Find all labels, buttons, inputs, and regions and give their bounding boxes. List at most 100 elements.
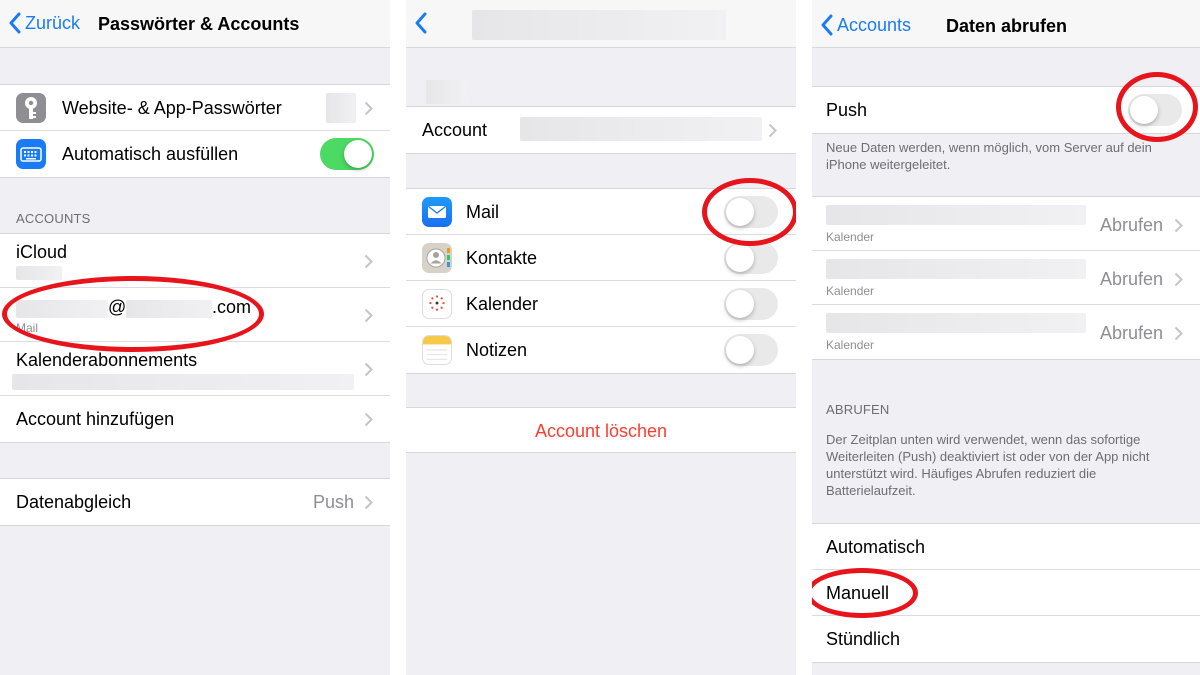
fetch-row-sub: Kalender xyxy=(826,284,875,298)
schedule-option-hourly[interactable]: Stündlich xyxy=(812,616,1200,662)
mail-toggle[interactable] xyxy=(724,196,778,228)
schedule-group: Automatisch Manuell Stündlich xyxy=(812,523,1200,663)
redacted-value xyxy=(326,93,356,123)
account-label: Account xyxy=(422,120,488,140)
passwords-group: Website- & App-Passwörter Automatisch au… xyxy=(0,84,390,178)
autofill-label: Automatisch ausfüllen xyxy=(62,144,239,164)
fetch-row-value: Abrufen xyxy=(1100,269,1164,289)
page-title: Passwörter & Accounts xyxy=(98,14,300,34)
chevron-right-icon xyxy=(364,495,373,510)
redacted-value xyxy=(16,300,108,318)
nav-bar xyxy=(406,0,796,48)
sync-value: Push xyxy=(313,492,355,512)
autofill-toggle[interactable] xyxy=(320,138,374,170)
redacted-value xyxy=(12,374,354,390)
push-row: Push xyxy=(812,87,1200,133)
fetch-account-row[interactable]: Kalender Abrufen xyxy=(812,305,1200,359)
delete-account-button[interactable]: Account löschen xyxy=(406,421,796,442)
schedule-option-automatic[interactable]: Automatisch xyxy=(812,524,1200,570)
mail-row: Mail xyxy=(406,189,796,235)
option-label: Manuell xyxy=(826,583,890,603)
email-account-row[interactable]: @ .com Mail xyxy=(0,288,390,342)
back-button[interactable] xyxy=(414,12,431,34)
add-account-row[interactable]: Account hinzufügen xyxy=(0,396,390,442)
sync-group: Datenabgleich Push xyxy=(0,478,390,526)
fetch-row-value: Abrufen xyxy=(1100,215,1164,235)
calendar-toggle[interactable] xyxy=(724,288,778,320)
add-account-label: Account hinzufügen xyxy=(16,409,175,429)
chevron-right-icon xyxy=(1174,218,1183,233)
notes-icon xyxy=(422,335,452,365)
contacts-toggle[interactable] xyxy=(724,242,778,274)
back-button[interactable]: Zurück xyxy=(8,12,80,34)
nav-bar: Accounts Daten abrufen xyxy=(812,0,1200,48)
chevron-right-icon xyxy=(364,412,373,427)
chevron-right-icon xyxy=(768,123,777,138)
push-group: Push xyxy=(812,86,1200,134)
calendar-icon xyxy=(422,289,452,319)
sync-label: Datenabgleich xyxy=(16,492,132,512)
push-label: Push xyxy=(826,100,868,120)
calendar-label: Kalender xyxy=(466,294,539,314)
accounts-header: ACCOUNTS xyxy=(16,211,91,226)
calendar-row: Kalender xyxy=(406,281,796,327)
fetch-data-screen: Accounts Daten abrufen Push Neue Daten w… xyxy=(812,0,1200,675)
passwords-label: Website- & App-Passwörter xyxy=(62,98,282,118)
sync-row[interactable]: Datenabgleich Push xyxy=(0,479,390,525)
contacts-icon xyxy=(422,243,452,273)
push-note: Neue Daten werden, wenn möglich, vom Ser… xyxy=(826,140,1152,172)
chevron-right-icon xyxy=(1174,326,1183,341)
chevron-right-icon xyxy=(364,362,373,377)
notes-toggle[interactable] xyxy=(724,334,778,366)
redacted-title xyxy=(472,10,726,40)
calendar-subscriptions-row[interactable]: Kalenderabonnements xyxy=(0,342,390,396)
fetch-note: Der Zeitplan unten wird verwendet, wenn … xyxy=(826,432,1150,498)
icloud-row[interactable]: iCloud xyxy=(0,234,390,288)
icloud-label: iCloud xyxy=(16,242,68,262)
fetch-row-value: Abrufen xyxy=(1100,323,1164,343)
page-title: Daten abrufen xyxy=(946,16,1068,36)
redacted-value xyxy=(126,300,212,318)
email-at: @ xyxy=(108,297,127,317)
redacted-value xyxy=(826,205,1086,225)
contacts-row: Kontakte xyxy=(406,235,796,281)
accounts-group: iCloud @ .com Mail Kalenderabonnements A… xyxy=(0,233,390,443)
email-domain: .com xyxy=(212,297,252,317)
redacted-value xyxy=(826,259,1086,279)
chevron-right-icon xyxy=(364,308,373,323)
schedule-option-manual[interactable]: Manuell xyxy=(812,570,1200,616)
account-group: Account xyxy=(406,106,796,154)
redacted-value xyxy=(16,266,62,280)
redacted-value xyxy=(826,313,1086,333)
contacts-label: Kontakte xyxy=(466,248,538,268)
account-detail-screen: Account Mail Kontakte Kalender Notizen A… xyxy=(406,0,796,675)
back-button[interactable]: Accounts xyxy=(820,14,911,36)
chevron-right-icon xyxy=(364,254,373,269)
back-label: Zurück xyxy=(25,12,81,33)
email-sub: Mail xyxy=(16,321,39,335)
fetch-account-row[interactable]: Kalender Abrufen xyxy=(812,197,1200,251)
back-label: Accounts xyxy=(837,14,912,35)
keyboard-icon xyxy=(16,139,46,169)
redacted-value xyxy=(426,80,466,104)
fetch-accounts-group: Kalender Abrufen Kalender Abrufen Kalend… xyxy=(812,196,1200,360)
account-row[interactable]: Account xyxy=(406,107,796,153)
chevron-left-icon xyxy=(9,12,21,34)
notes-label: Notizen xyxy=(466,340,528,360)
option-label: Stündlich xyxy=(826,629,901,649)
fetch-account-row[interactable]: Kalender Abrufen xyxy=(812,251,1200,305)
passwords-accounts-screen: Zurück Passwörter & Accounts Website- & … xyxy=(0,0,390,675)
chevron-left-icon xyxy=(415,12,427,34)
calendars-label: Kalenderabonnements xyxy=(16,350,198,370)
push-toggle[interactable] xyxy=(1128,94,1182,126)
chevron-left-icon xyxy=(821,14,833,36)
nav-bar: Zurück Passwörter & Accounts xyxy=(0,0,390,48)
passwords-row[interactable]: Website- & App-Passwörter xyxy=(0,85,390,131)
fetch-header: ABRUFEN xyxy=(826,402,890,417)
option-label: Automatisch xyxy=(826,537,926,557)
notes-row: Notizen xyxy=(406,327,796,373)
fetch-row-sub: Kalender xyxy=(826,230,875,244)
services-group: Mail Kontakte Kalender Notizen xyxy=(406,188,796,374)
chevron-right-icon xyxy=(364,101,373,116)
fetch-row-sub: Kalender xyxy=(826,338,875,352)
